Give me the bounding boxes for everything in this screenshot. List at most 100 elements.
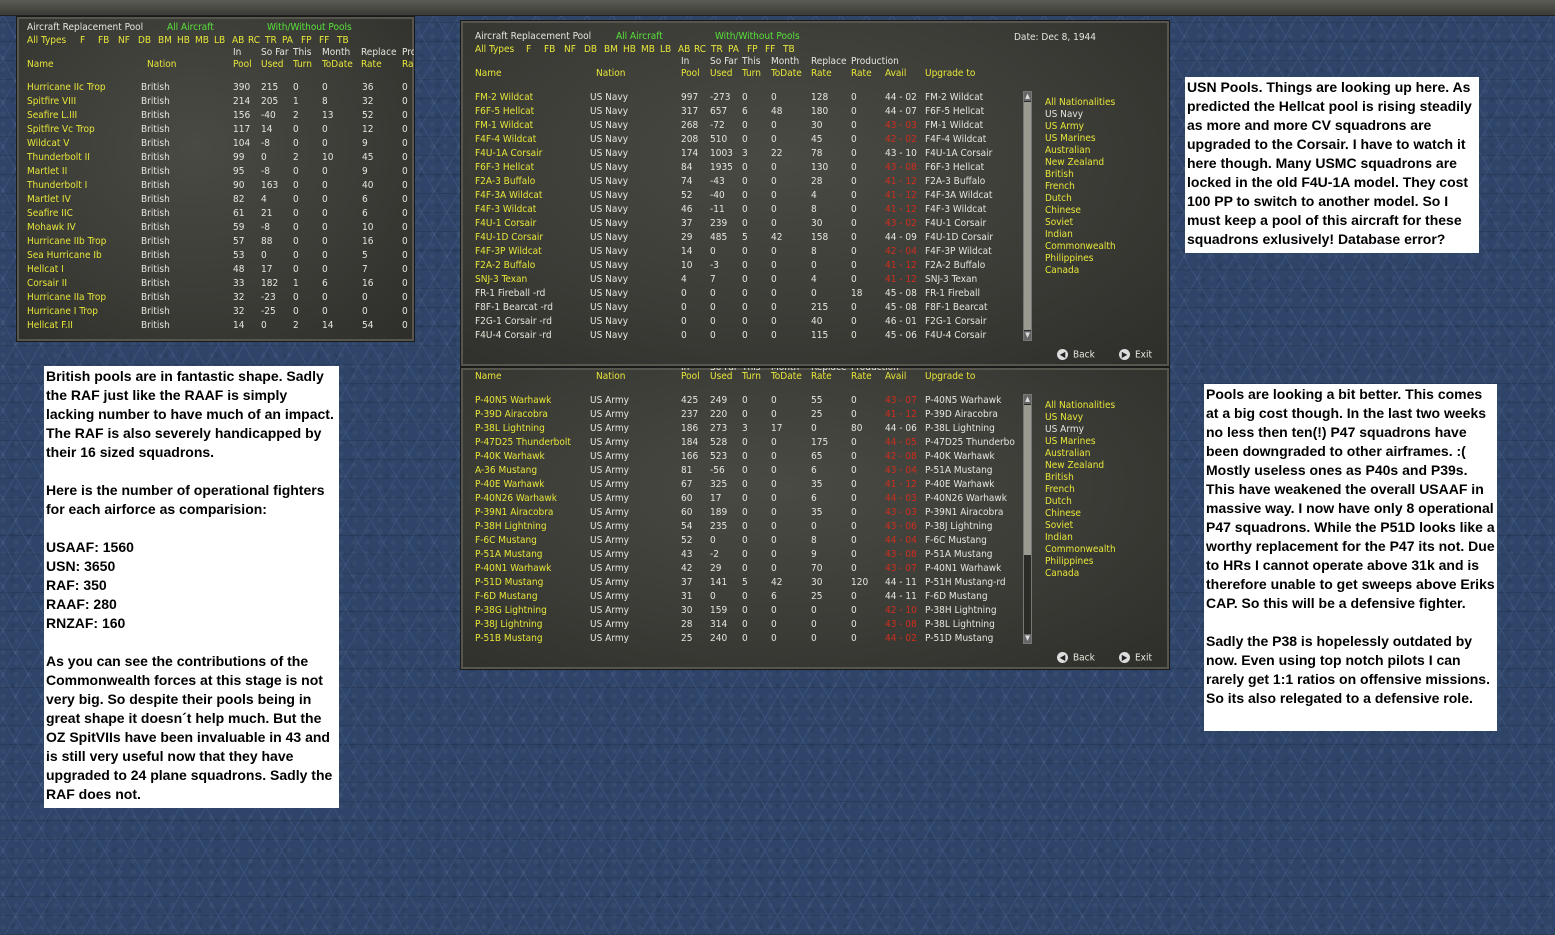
table-row[interactable]: P-38L Lightning US Army 186 273 3 17 0 80 44 - 0… [461, 422, 1021, 436]
all-types-filter[interactable]: All Types [475, 43, 514, 56]
col-header-prod-rate[interactable]: Ra [402, 58, 414, 71]
table-row[interactable]: P-38H Lightning US Army 54 235 0 0 0 0 43 - 06 P-… [461, 520, 1021, 534]
cell-name[interactable]: F2G-1 Corsair -rd [475, 315, 552, 329]
type-filter-db[interactable]: DB [584, 43, 597, 56]
table-row[interactable]: F4F-3 Wildcat US Navy 46 -11 0 0 8 0 41 - 12 F4F-… [461, 203, 1021, 217]
exit-button[interactable]: ▶ Exit [1119, 652, 1152, 664]
scroll-down-icon[interactable]: ▼ [1024, 634, 1031, 643]
table-row[interactable]: Mohawk IV British 59 -8 0 0 10 0 [17, 221, 414, 235]
type-filter-fp[interactable]: FP [747, 43, 758, 56]
table-row[interactable]: FR-1 Fireball -rd US Navy 0 0 0 0 0 18 45 - 08 FR… [461, 287, 1021, 301]
cell-name[interactable]: P-47D25 Thunderbolt [475, 436, 571, 450]
table-row[interactable]: F2G-1 Corsair -rd US Navy 0 0 0 0 40 0 46 - 01 F2… [461, 315, 1021, 329]
cell-name[interactable]: F4U-4 Corsair -rd [475, 329, 552, 343]
nationality-item[interactable]: Dutch [1045, 496, 1116, 508]
cell-name[interactable]: Hellcat I [27, 263, 64, 277]
table-row[interactable]: F-6D Mustang US Army 31 0 0 6 25 0 44 - 11 F-6D M… [461, 590, 1021, 604]
cell-name[interactable]: F4U-1D Corsair [475, 231, 543, 245]
cell-name[interactable]: Seafire IIC [27, 207, 73, 221]
cell-name[interactable]: SNJ-3 Texan [475, 273, 527, 287]
cell-name[interactable]: P-38L Lightning [475, 422, 545, 436]
scroll-down-icon[interactable]: ▼ [1024, 331, 1031, 340]
nationality-item[interactable]: Canada [1045, 265, 1116, 277]
cell-name[interactable]: F4F-3P Wildcat [475, 245, 542, 259]
table-row[interactable]: F2A-3 Buffalo US Navy 74 -43 0 0 28 0 41 - 12 F2A… [461, 175, 1021, 189]
type-filter-mb[interactable]: MB [641, 43, 655, 56]
table-row[interactable]: Corsair II British 33 182 1 6 16 0 [17, 277, 414, 291]
nationality-item[interactable]: All Nationalities [1045, 400, 1116, 412]
col-header-used[interactable]: Used [710, 370, 733, 383]
table-row[interactable]: P-51A Mustang US Army 43 -2 0 0 9 0 43 - 08 P-51A… [461, 548, 1021, 562]
table-row[interactable]: P-40N1 Warhawk US Army 42 29 0 0 70 0 43 - 07 P-4… [461, 562, 1021, 576]
type-filter-bm[interactable]: BM [604, 43, 618, 56]
cell-name[interactable]: P-40N1 Warhawk [475, 562, 551, 576]
nationality-item[interactable]: British [1045, 169, 1116, 181]
type-filter-hb[interactable]: HB [177, 34, 190, 47]
table-row[interactable]: Thunderbolt I British 90 163 0 0 40 0 [17, 179, 414, 193]
col-header-upgrade[interactable]: Upgrade to [925, 67, 975, 80]
nationality-item[interactable]: Philippines [1045, 253, 1116, 265]
cell-name[interactable]: P-40N26 Warhawk [475, 492, 557, 506]
cell-name[interactable]: F8F-1 Bearcat -rd [475, 301, 553, 315]
nationality-item[interactable]: Philippines [1045, 556, 1116, 568]
all-aircraft-filter[interactable]: All Aircraft [167, 21, 214, 34]
table-row[interactable]: SNJ-3 Texan US Navy 4 7 0 0 4 0 41 - 12 SNJ-3 Tex… [461, 273, 1021, 287]
type-filter-tb[interactable]: TB [337, 34, 349, 47]
table-row[interactable]: P-40N26 Warhawk US Army 60 17 0 0 6 0 44 - 03 P-4… [461, 492, 1021, 506]
cell-name[interactable]: F6F-5 Hellcat [475, 105, 534, 119]
type-filter-tr[interactable]: TR [711, 43, 723, 56]
cell-name[interactable]: F6F-3 Hellcat [475, 161, 534, 175]
nationality-item[interactable]: Dutch [1045, 193, 1116, 205]
cell-name[interactable]: P-39N1 Airacobra [475, 506, 553, 520]
table-row[interactable]: P-38G Lightning US Army 30 159 0 0 0 0 42 - 10 P-… [461, 604, 1021, 618]
col-header-pool[interactable]: Pool [681, 370, 700, 383]
cell-name[interactable]: F4F-4 Wildcat [475, 133, 536, 147]
table-row[interactable]: P-40E Warhawk US Army 67 325 0 0 35 0 41 - 12 P-4… [461, 478, 1021, 492]
back-button[interactable]: ◀ Back [1057, 652, 1095, 664]
cell-name[interactable]: P-51B Mustang [475, 632, 543, 646]
cell-name[interactable]: Spitfire Vc Trop [27, 123, 95, 137]
cell-name[interactable]: F4U-1A Corsair [475, 147, 542, 161]
pools-filter[interactable]: With/Without Pools [267, 21, 352, 34]
nationality-item[interactable]: US Marines [1045, 133, 1116, 145]
nationality-item[interactable]: US Navy [1045, 412, 1116, 424]
table-row[interactable]: Spitfire Vc Trop British 117 14 0 0 12 0 [17, 123, 414, 137]
type-filter-pa[interactable]: PA [728, 43, 739, 56]
table-row[interactable]: F4U-1D Corsair US Navy 29 485 5 42 158 0 44 - 09… [461, 231, 1021, 245]
cell-name[interactable]: Martlet IV [27, 193, 71, 207]
usa-list-scrollbar[interactable]: ▲ ▼ [1023, 394, 1032, 644]
table-row[interactable]: F-6C Mustang US Army 52 0 0 0 8 0 44 - 04 F-6C Mu… [461, 534, 1021, 548]
nationality-item[interactable]: US Army [1045, 121, 1116, 133]
type-filter-fb[interactable]: FB [98, 34, 109, 47]
nationality-item[interactable]: Australian [1045, 448, 1116, 460]
col-header-name[interactable]: Name [475, 67, 502, 80]
nationality-item[interactable]: Chinese [1045, 508, 1116, 520]
cell-name[interactable]: P-38J Lightning [475, 618, 542, 632]
col-header-used[interactable]: Used [261, 58, 284, 71]
nationality-item[interactable]: US Navy [1045, 109, 1116, 121]
cell-name[interactable]: A-36 Mustang [475, 464, 537, 478]
type-filter-nf[interactable]: NF [564, 43, 576, 56]
cell-name[interactable]: FM-1 Wildcat [475, 119, 533, 133]
type-filter-tr[interactable]: TR [265, 34, 277, 47]
type-filter-lb[interactable]: LB [214, 34, 225, 47]
cell-name[interactable]: FR-1 Fireball -rd [475, 287, 545, 301]
cell-name[interactable]: Hellcat F.II [27, 319, 73, 333]
col-header-used[interactable]: Used [710, 67, 733, 80]
table-row[interactable]: Seafire IIC British 61 21 0 0 6 0 [17, 207, 414, 221]
cell-name[interactable]: Seafire L.III [27, 109, 77, 123]
all-aircraft-filter[interactable]: All Aircraft [616, 30, 663, 43]
col-header-nation[interactable]: Nation [596, 370, 625, 383]
table-row[interactable]: Hellcat F.II British 14 0 2 14 54 0 [17, 319, 414, 333]
type-filter-db[interactable]: DB [138, 34, 151, 47]
col-header-production-rate[interactable]: Rate [851, 370, 872, 383]
col-header-todate[interactable]: ToDate [322, 58, 353, 71]
cell-name[interactable]: Spitfire VIII [27, 95, 76, 109]
type-filter-f[interactable]: F [80, 34, 85, 47]
col-header-name[interactable]: Name [27, 58, 54, 71]
col-header-pool[interactable]: Pool [681, 67, 700, 80]
type-filter-bm[interactable]: BM [158, 34, 172, 47]
cell-name[interactable]: Hurricane IIc Trop [27, 81, 106, 95]
table-row[interactable]: F4F-3P Wildcat US Navy 14 0 0 0 8 0 42 - 04 F4F-3… [461, 245, 1021, 259]
cell-name[interactable]: P-38G Lightning [475, 604, 547, 618]
